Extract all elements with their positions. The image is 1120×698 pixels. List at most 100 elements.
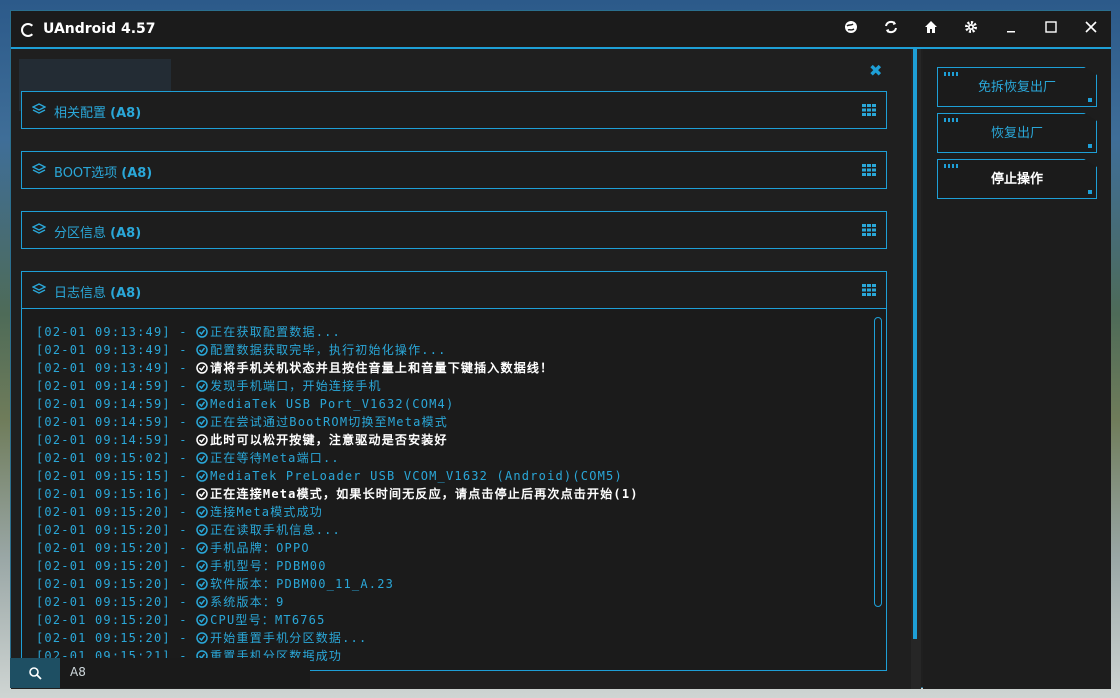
app-title: UAndroid 4.57	[43, 21, 156, 37]
log-timestamp: [02-01 09:15:16] -	[36, 487, 188, 501]
globe-icon[interactable]	[840, 19, 862, 41]
check-circle-icon	[196, 452, 208, 464]
log-timestamp: [02-01 09:13:49] -	[36, 325, 188, 339]
log-message: 开始重置手机分区数据...	[210, 631, 368, 645]
check-circle-icon	[196, 632, 208, 644]
close-panel-icon[interactable]: ✖	[869, 61, 882, 80]
section-log[interactable]: 日志信息 (A8)	[21, 271, 887, 309]
log-timestamp: [02-01 09:15:20] -	[36, 577, 188, 591]
check-circle-icon	[196, 542, 208, 554]
log-message: 正在连接Meta模式，如果长时间无反应，请点击停止后再次点击开始(1)	[210, 487, 639, 501]
log-message: 正在读取手机信息...	[210, 523, 341, 537]
log-message: CPU型号：MT6765	[210, 613, 326, 627]
section-title: 日志信息 (A8)	[54, 286, 142, 301]
close-icon[interactable]	[1080, 19, 1102, 41]
check-circle-icon	[196, 470, 208, 482]
check-circle-icon	[196, 524, 208, 536]
log-entry: [02-01 09:15:20] - 软件版本：PDBM00_11_A.23	[36, 575, 866, 593]
stop-operation-button[interactable]: 停止操作	[937, 159, 1097, 199]
log-timestamp: [02-01 09:15:20] -	[36, 523, 188, 537]
layers-icon	[32, 283, 46, 294]
log-message: MediaTek PreLoader USB VCOM_V1632 (Andro…	[210, 469, 623, 483]
log-timestamp: [02-01 09:15:20] -	[36, 541, 188, 555]
check-circle-icon	[196, 560, 208, 572]
check-circle-icon	[196, 416, 208, 428]
log-entry: [02-01 09:15:20] - 正在读取手机信息...	[36, 521, 866, 539]
section-title: BOOT选项 (A8)	[54, 166, 153, 181]
check-circle-icon	[196, 596, 208, 608]
log-timestamp: [02-01 09:15:20] -	[36, 631, 188, 645]
log-message: 正在尝试通过BootROM切换至Meta模式	[210, 415, 448, 429]
log-scrollbar[interactable]	[874, 317, 882, 607]
maximize-icon[interactable]	[1040, 19, 1062, 41]
log-entry: [02-01 09:15:02] - 正在等待Meta端口..	[36, 449, 866, 467]
log-message: 软件版本：PDBM00_11_A.23	[210, 577, 395, 591]
log-message: 正在等待Meta端口..	[210, 451, 340, 465]
log-timestamp: [02-01 09:13:49] -	[36, 361, 188, 375]
check-circle-icon	[196, 362, 208, 374]
app-logo-icon	[21, 23, 35, 37]
log-timestamp: [02-01 09:15:20] -	[36, 505, 188, 519]
log-message: 配置数据获取完毕，执行初始化操作...	[210, 343, 447, 357]
check-circle-icon	[196, 398, 208, 410]
check-circle-icon	[196, 506, 208, 518]
log-message: MediaTek USB Port_V1632(COM4)	[210, 397, 455, 411]
section-partition[interactable]: 分区信息 (A8)	[21, 211, 887, 249]
section-title: 相关配置 (A8)	[54, 106, 142, 121]
log-message: 正在获取配置数据...	[210, 325, 341, 339]
log-timestamp: [02-01 09:14:59] -	[36, 379, 188, 393]
search-icon	[29, 667, 42, 680]
status-text: A8	[70, 665, 86, 679]
log-entry: [02-01 09:15:20] - 手机品牌：OPPO	[36, 539, 866, 557]
log-entry: [02-01 09:15:16] - 正在连接Meta模式，如果长时间无反应，请…	[36, 485, 866, 503]
search-button[interactable]	[10, 658, 60, 688]
log-timestamp: [02-01 09:14:59] -	[36, 433, 188, 447]
log-entry: [02-01 09:15:20] - 开始重置手机分区数据...	[36, 629, 866, 647]
grid-icon[interactable]	[862, 224, 876, 236]
log-timestamp: [02-01 09:15:20] -	[36, 613, 188, 627]
log-message: 请将手机关机状态并且按住音量上和音量下键插入数据线！	[210, 361, 554, 375]
layers-icon	[32, 223, 46, 234]
action-panel: 免拆恢复出厂 恢复出厂 停止操作	[923, 49, 1111, 689]
log-message: 手机型号：PDBM00	[210, 559, 327, 573]
log-timestamp: [02-01 09:15:15] -	[36, 469, 188, 483]
log-entry: [02-01 09:15:15] - MediaTek PreLoader US…	[36, 467, 866, 485]
minimize-icon[interactable]	[1000, 19, 1022, 41]
log-message: 此时可以松开按键，注意驱动是否安装好	[210, 433, 448, 447]
log-list: [02-01 09:13:49] - 正在获取配置数据... [02-01 09:…	[36, 323, 866, 665]
check-circle-icon	[196, 578, 208, 590]
panel-splitter[interactable]	[911, 49, 921, 689]
log-entry: [02-01 09:14:59] - 此时可以松开按键，注意驱动是否安装好	[36, 431, 866, 449]
check-circle-icon	[196, 488, 208, 500]
section-boot[interactable]: BOOT选项 (A8)	[21, 151, 887, 189]
factory-reset-button[interactable]: 恢复出厂	[937, 113, 1097, 153]
log-entry: [02-01 09:15:20] - 系统版本：9	[36, 593, 866, 611]
refresh-icon[interactable]	[880, 19, 902, 41]
check-circle-icon	[196, 614, 208, 626]
log-message: 发现手机端口，开始连接手机	[210, 379, 382, 393]
grid-icon[interactable]	[862, 104, 876, 116]
log-entry: [02-01 09:14:59] - MediaTek USB Port_V16…	[36, 395, 866, 413]
log-message: 手机品牌：OPPO	[210, 541, 310, 555]
grid-icon[interactable]	[862, 164, 876, 176]
check-circle-icon	[196, 380, 208, 392]
section-title: 分区信息 (A8)	[54, 226, 142, 241]
log-message: 连接Meta模式成功	[210, 505, 323, 519]
titlebar: UAndroid 4.57	[11, 11, 1111, 49]
log-timestamp: [02-01 09:14:59] -	[36, 397, 188, 411]
log-entry: [02-01 09:15:20] - 连接Meta模式成功	[36, 503, 866, 521]
log-timestamp: [02-01 09:15:20] -	[36, 595, 188, 609]
log-entry: [02-01 09:14:59] - 发现手机端口，开始连接手机	[36, 377, 866, 395]
app-window: UAndroid 4.57 ✖ 相关配置 (A8) BOOT选项 (A8) 分区…	[10, 10, 1111, 689]
grid-icon[interactable]	[862, 284, 876, 296]
log-entry: [02-01 09:15:20] - 手机型号：PDBM00	[36, 557, 866, 575]
home-icon[interactable]	[920, 19, 942, 41]
check-circle-icon	[196, 344, 208, 356]
layers-icon	[32, 103, 46, 114]
status-bar: A8	[10, 658, 310, 688]
log-entry: [02-01 09:14:59] - 正在尝试通过BootROM切换至Meta模…	[36, 413, 866, 431]
section-config[interactable]: 相关配置 (A8)	[21, 91, 887, 129]
gear-icon[interactable]	[960, 19, 982, 41]
log-entry: [02-01 09:13:49] - 正在获取配置数据...	[36, 323, 866, 341]
factory-reset-no-disassembly-button[interactable]: 免拆恢复出厂	[937, 67, 1097, 107]
